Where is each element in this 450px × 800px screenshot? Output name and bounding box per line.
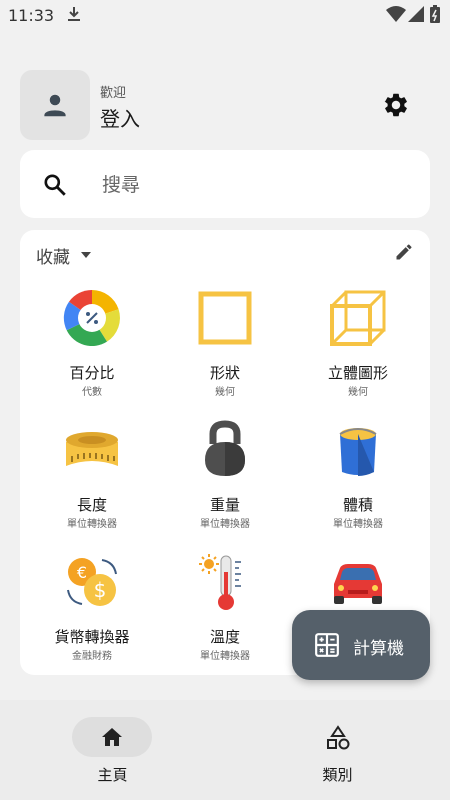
dropdown-arrow-icon (81, 252, 91, 258)
tile-category: 幾何 (215, 387, 235, 398)
favorite-tile-temperature[interactable]: 溫度 單位轉換器 (157, 552, 293, 672)
download-icon (66, 5, 82, 27)
tile-name: 重量 (209, 496, 240, 514)
svg-text:$: $ (94, 578, 107, 602)
home-icon (100, 725, 124, 753)
favorites-title: 收藏 (36, 247, 70, 268)
tile-name: 百分比 (69, 364, 115, 382)
favorite-tile-length[interactable]: 長度 單位轉換器 (24, 420, 160, 540)
favorite-tile-solids[interactable]: 立體圖形 幾何 (290, 288, 426, 408)
tile-name: 立體圖形 (327, 364, 388, 382)
favorite-tile-weight[interactable]: 重量 單位轉換器 (157, 420, 293, 540)
profile-header: 歡迎 登入 (20, 70, 430, 140)
edit-button[interactable] (394, 242, 414, 266)
favorite-tile-shapes[interactable]: 形狀 幾何 (157, 288, 293, 408)
calculator-icon (314, 632, 340, 662)
paint-bucket-icon (328, 420, 388, 480)
avatar[interactable] (20, 70, 90, 140)
tile-name: 貨幣轉換器 (54, 628, 130, 646)
kettlebell-icon (195, 420, 255, 480)
nav-categories-label: 類別 (322, 766, 353, 784)
status-bar: 11:33 (0, 0, 450, 34)
gear-icon (384, 93, 407, 117)
svg-text:€: € (77, 563, 87, 582)
car-icon (328, 552, 388, 612)
person-icon (44, 94, 66, 117)
tile-category: 金融財務 (72, 651, 112, 662)
calculator-fab-label: 計算機 (353, 639, 404, 659)
tile-category: 單位轉換器 (200, 519, 250, 530)
nav-categories[interactable]: 類別 (225, 700, 450, 800)
favorite-tile-currency[interactable]: € $ 貨幣轉換器 金融財務 (24, 552, 160, 672)
bottom-navigation: 主頁 類別 (0, 700, 450, 800)
favorites-card: 收藏 百分比 代數 形狀 幾何 立體圖形 幾何 長度 單位轉換器 重量 單位轉換… (20, 230, 430, 675)
tile-name: 長度 (76, 496, 107, 514)
cube-icon (328, 288, 388, 348)
tape-measure-icon (62, 420, 122, 480)
favorite-tile-percentage[interactable]: 百分比 代數 (24, 288, 160, 408)
wifi-icon (386, 6, 406, 26)
shapes-icon (325, 725, 351, 755)
favorites-dropdown[interactable]: 收藏 (36, 242, 92, 268)
square-shape-icon (195, 288, 255, 348)
tile-category: 單位轉換器 (67, 519, 117, 530)
search-input[interactable] (100, 168, 404, 202)
tile-category: 單位轉換器 (200, 651, 250, 662)
tile-category: 單位轉換器 (333, 519, 383, 530)
currency-exchange-icon: € $ (62, 552, 122, 612)
signal-icon (408, 6, 424, 26)
tile-name: 溫度 (209, 628, 240, 646)
calculator-fab[interactable]: 計算機 (292, 610, 430, 680)
search-bar[interactable] (20, 150, 430, 218)
settings-button[interactable] (382, 91, 410, 123)
tile-name: 體積 (342, 496, 373, 514)
thermometer-icon (195, 552, 255, 612)
tile-category: 代數 (82, 387, 102, 398)
pencil-icon (396, 244, 412, 260)
status-time: 11:33 (8, 6, 55, 25)
percentage-icon (62, 288, 122, 348)
favorite-tile-volume[interactable]: 體積 單位轉換器 (290, 420, 426, 540)
search-icon (42, 172, 68, 202)
nav-home[interactable]: 主頁 (0, 700, 225, 800)
tile-name: 形狀 (209, 364, 240, 382)
battery-icon (430, 5, 440, 27)
tile-category: 幾何 (348, 387, 368, 398)
nav-home-label: 主頁 (97, 766, 128, 784)
login-link[interactable]: 登入 (100, 103, 140, 132)
greeting-text: 歡迎 (100, 86, 127, 101)
